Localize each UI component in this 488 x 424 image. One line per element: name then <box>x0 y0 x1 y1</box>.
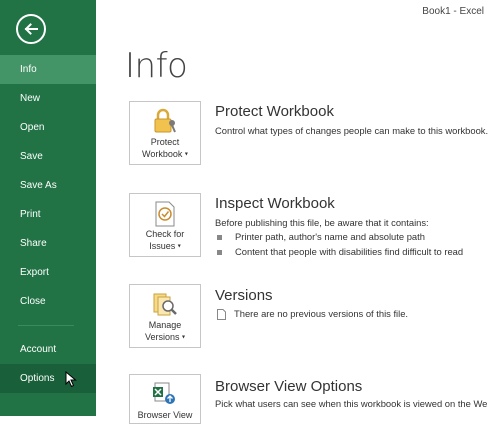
section-description: Before publishing this file, be aware th… <box>215 217 429 228</box>
nav-share[interactable]: Share <box>0 229 96 258</box>
section-description: Pick what users can see when this workbo… <box>215 398 488 409</box>
bullet-icon <box>217 235 222 241</box>
nav-save[interactable]: Save <box>0 142 96 171</box>
back-arrow-icon <box>24 23 38 35</box>
nav-info[interactable]: Info <box>0 55 96 84</box>
tile-label-line1: Protect <box>150 137 180 147</box>
excel-globe-icon <box>153 382 175 404</box>
chevron-down-icon: ▾ <box>177 243 181 250</box>
inspect-document-icon <box>155 201 175 227</box>
lock-key-icon <box>154 108 176 133</box>
nav-open[interactable]: Open <box>0 113 96 142</box>
section-title: Protect Workbook <box>215 103 334 120</box>
mouse-cursor-icon <box>65 371 77 388</box>
list-item: Content that people with disabilities fi… <box>217 246 463 257</box>
sidebar-divider <box>18 325 74 326</box>
check-for-issues-button[interactable]: Check for Issues ▾ <box>129 193 201 257</box>
nav-save-as[interactable]: Save As <box>0 171 96 200</box>
chevron-down-icon: ▾ <box>184 151 188 158</box>
section-description-text: There are no previous versions of this f… <box>234 308 409 319</box>
nav-close[interactable]: Close <box>0 287 96 316</box>
nav-account[interactable]: Account <box>0 335 96 364</box>
manage-versions-button[interactable]: Manage Versions ▾ <box>129 284 201 348</box>
nav-export[interactable]: Export <box>0 258 96 287</box>
tile-label-line2: Versions <box>144 332 180 342</box>
window-title: Book1 - Excel <box>422 6 484 17</box>
bullet-icon <box>217 250 222 256</box>
section-description: Control what types of changes people can… <box>215 125 488 136</box>
section-title: Versions <box>215 287 273 304</box>
tile-label-line1: Manage <box>148 320 182 330</box>
nav-print[interactable]: Print <box>0 200 96 229</box>
versions-search-icon <box>153 293 177 316</box>
chevron-down-icon: ▾ <box>182 334 186 341</box>
page-title: Info <box>125 46 188 86</box>
section-title: Inspect Workbook <box>215 195 335 212</box>
tile-label-line1: Browser View <box>137 410 193 420</box>
tile-label-line2: Workbook <box>142 149 183 159</box>
list-item: Printer path, author's name and absolute… <box>217 231 425 242</box>
nav-new[interactable]: New <box>0 84 96 113</box>
tile-label-line1: Check for <box>145 229 185 239</box>
browser-view-button[interactable]: Browser View <box>129 374 201 424</box>
document-icon <box>217 309 226 321</box>
backstage-sidebar: Info New Open Save Save As Print Share E… <box>0 0 96 416</box>
section-description: There are no previous versions of this f… <box>217 308 409 321</box>
list-item-text: Content that people with disabilities fi… <box>235 246 464 257</box>
tile-label-line2: Issues <box>149 241 176 251</box>
back-button[interactable] <box>16 14 46 44</box>
nav-options[interactable]: Options <box>0 364 96 393</box>
protect-workbook-button[interactable]: Protect Workbook ▾ <box>129 101 201 165</box>
section-title: Browser View Options <box>215 378 363 395</box>
list-item-text: Printer path, author's name and absolute… <box>235 231 425 242</box>
